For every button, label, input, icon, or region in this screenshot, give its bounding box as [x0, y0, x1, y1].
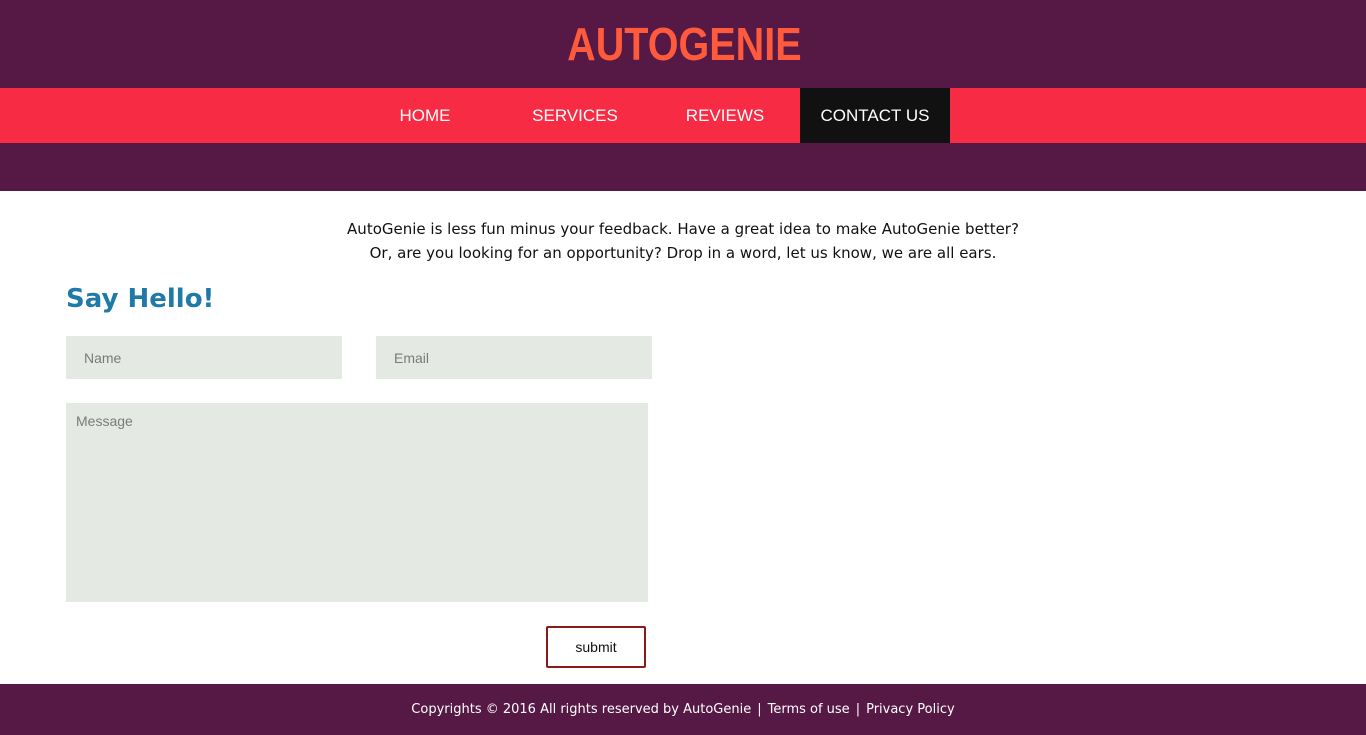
- nav-contact-us[interactable]: CONTACT US: [800, 88, 950, 143]
- intro-text: AutoGenie is less fun minus your feedbac…: [0, 217, 1366, 265]
- footer-text: Copyrights © 2016 All rights reserved by…: [0, 701, 1366, 719]
- intro-line-2: Or, are you looking for an opportunity? …: [369, 244, 997, 262]
- nav-home[interactable]: HOME: [350, 88, 500, 143]
- email-input[interactable]: [376, 336, 652, 379]
- form-title: Say Hello!: [66, 284, 215, 314]
- footer-separator: |: [855, 702, 861, 717]
- site-header: AUTOGENIE: [0, 0, 1366, 88]
- privacy-policy-link[interactable]: Privacy Policy: [866, 702, 955, 717]
- header-band: [0, 143, 1366, 191]
- copyright-text: Copyrights © 2016 All rights reserved by…: [411, 702, 752, 717]
- terms-of-use-link[interactable]: Terms of use: [768, 702, 850, 717]
- nav-reviews[interactable]: REVIEWS: [650, 88, 800, 143]
- message-textarea[interactable]: [66, 403, 648, 602]
- nav-services[interactable]: SERVICES: [500, 88, 650, 143]
- submit-button[interactable]: submit: [546, 626, 646, 668]
- site-footer: Copyrights © 2016 All rights reserved by…: [0, 684, 1366, 735]
- site-logo[interactable]: AUTOGENIE: [97, 16, 1272, 72]
- intro-line-1: AutoGenie is less fun minus your feedbac…: [347, 220, 1019, 238]
- main-nav: HOME SERVICES REVIEWS CONTACT US: [0, 88, 1366, 143]
- name-input[interactable]: [66, 336, 342, 379]
- footer-separator: |: [757, 702, 762, 717]
